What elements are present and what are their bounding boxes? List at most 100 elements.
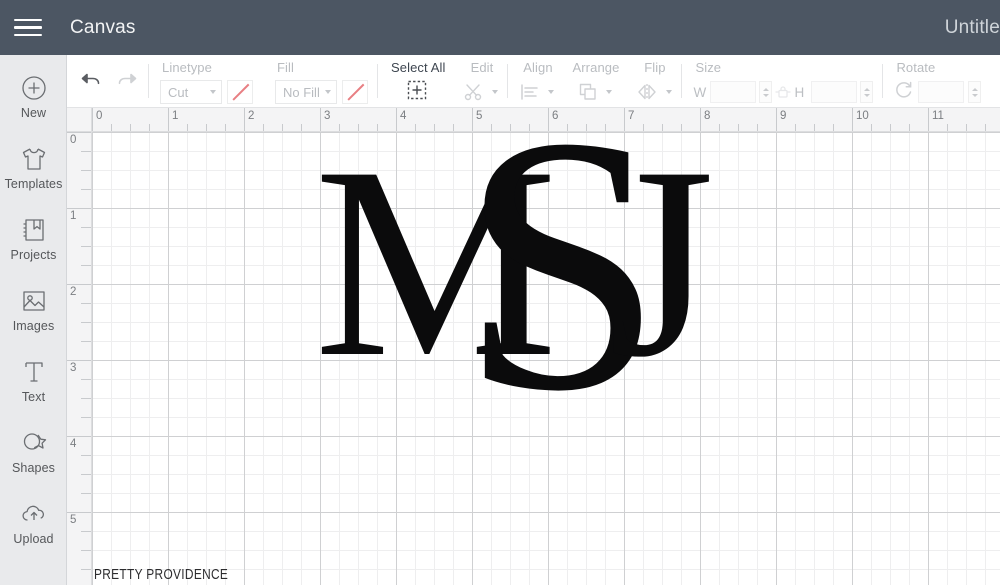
- ruler-tick-minor: [453, 124, 454, 131]
- ruler-tick-minor: [206, 124, 207, 131]
- align-lines-icon[interactable]: [519, 81, 555, 103]
- ruler-tick-major: [320, 108, 321, 131]
- sidebar-item-upload[interactable]: Upload: [0, 487, 67, 558]
- sidebar-item-text[interactable]: Text: [0, 345, 67, 416]
- ruler-tick-minor: [187, 124, 188, 131]
- ruler-tick-minor: [719, 124, 720, 131]
- scissors-icon[interactable]: [463, 81, 499, 103]
- dashed-square-plus-icon[interactable]: [405, 78, 429, 107]
- sidebar-label: Upload: [13, 532, 54, 546]
- ruler-tick-minor: [111, 124, 112, 131]
- ruler-tick-minor: [81, 474, 91, 475]
- align-label: Align: [523, 60, 553, 75]
- ruler-tick-minor: [263, 124, 264, 131]
- ruler-tick-minor: [81, 303, 91, 304]
- hamburger-line: [14, 33, 42, 37]
- ruler-tick-minor: [681, 124, 682, 131]
- sidebar-item-new[interactable]: New: [0, 61, 67, 132]
- ruler-tick-minor: [833, 124, 834, 131]
- redo-arrow-icon: [115, 69, 139, 94]
- undo-arrow-icon[interactable]: [79, 69, 103, 94]
- ruler-tick-minor: [81, 341, 91, 342]
- ruler-tick-major: [67, 132, 91, 133]
- ruler-tick-minor: [81, 246, 91, 247]
- height-input[interactable]: [811, 81, 858, 103]
- ruler-tick-minor: [643, 124, 644, 131]
- width-stepper[interactable]: [759, 81, 773, 103]
- ruler-tick-major: [472, 108, 473, 131]
- linetype-color-swatch[interactable]: [227, 80, 253, 104]
- watermark-text: PRETTY PROVIDENCE: [94, 567, 229, 583]
- chevron-down-icon: [325, 90, 331, 94]
- chevron-down-icon: [210, 90, 216, 94]
- horizontal-ruler: 0 1 2 3 4 5 6 7 8 9 10 11: [92, 108, 1000, 132]
- rotate-cw-icon[interactable]: [894, 80, 914, 105]
- ruler-tick-minor: [81, 493, 91, 494]
- toolbar-divider: [507, 64, 509, 98]
- ruler-label: 3: [70, 362, 77, 374]
- ruler-tick-minor: [871, 124, 872, 131]
- ruler-tick-minor: [605, 124, 606, 131]
- ruler-tick-major: [67, 360, 91, 361]
- ruler-tick-minor: [985, 124, 986, 131]
- ruler-tick-major: [928, 108, 929, 131]
- ruler-label: 7: [628, 110, 635, 122]
- layers-icon[interactable]: [577, 81, 613, 103]
- monogram-design[interactable]: M S J: [92, 132, 1000, 585]
- linetype-label: Linetype: [162, 60, 212, 75]
- sidebar-item-templates[interactable]: Templates: [0, 132, 67, 203]
- ruler-tick-minor: [434, 124, 435, 131]
- sidebar-item-images[interactable]: Images: [0, 274, 67, 345]
- toolbar-divider: [377, 64, 378, 98]
- ruler-tick-minor: [81, 322, 91, 323]
- sidebar-item-projects[interactable]: Projects: [0, 203, 67, 274]
- ruler-tick-minor: [81, 455, 91, 456]
- app-header: Canvas Untitle: [0, 0, 1000, 55]
- ruler-label: 0: [70, 134, 77, 146]
- ruler-tick-minor: [510, 124, 511, 131]
- ruler-tick-minor: [757, 124, 758, 131]
- linetype-select[interactable]: Cut: [160, 80, 222, 104]
- ruler-tick-minor: [795, 124, 796, 131]
- ruler-label: 9: [780, 110, 787, 122]
- width-letter: W: [693, 84, 707, 100]
- chevron-down-icon: [606, 90, 613, 94]
- chevron-down-icon: [666, 90, 673, 94]
- sidebar-label: New: [20, 106, 47, 120]
- ruler-label: 2: [248, 110, 255, 122]
- vertical-ruler: 0 1 2 3 4 5: [67, 132, 92, 585]
- flip-mirror-icon[interactable]: [635, 81, 673, 103]
- ruler-label: 11: [932, 110, 944, 122]
- rotate-input[interactable]: [918, 81, 965, 103]
- fill-color-swatch[interactable]: [342, 80, 368, 104]
- ruler-tick-minor: [81, 569, 91, 570]
- link-lock-icon[interactable]: [775, 83, 791, 101]
- project-title[interactable]: Untitle: [945, 17, 1000, 39]
- ruler-tick-minor: [81, 398, 91, 399]
- chevron-down-icon: [492, 90, 499, 94]
- ruler-tick-major: [852, 108, 853, 131]
- design-canvas[interactable]: M S J PRETTY PROVIDENCE: [92, 132, 1000, 585]
- monogram-letter-3[interactable]: J: [608, 132, 715, 400]
- rotate-stepper[interactable]: [968, 81, 982, 103]
- ruler-tick-minor: [909, 124, 910, 131]
- ruler-tick-minor: [81, 550, 91, 551]
- fill-select[interactable]: No Fill: [275, 80, 337, 104]
- select-all-label: Select All: [391, 60, 446, 75]
- ruler-tick-minor: [81, 265, 91, 266]
- ruler-tick-minor: [225, 124, 226, 131]
- ruler-tick-major: [168, 108, 169, 131]
- ruler-tick-minor: [814, 124, 815, 131]
- ruler-label: 6: [552, 110, 559, 122]
- height-stepper[interactable]: [860, 81, 874, 103]
- height-letter: H: [794, 84, 805, 100]
- hamburger-menu-icon[interactable]: [0, 0, 56, 55]
- width-input[interactable]: [710, 81, 757, 103]
- sidebar-label: Shapes: [12, 461, 55, 475]
- ruler-tick-major: [244, 108, 245, 131]
- sidebar-item-shapes[interactable]: Shapes: [0, 416, 67, 487]
- linetype-value: Cut: [168, 84, 189, 100]
- ruler-label: 10: [856, 110, 869, 122]
- tshirt-icon: [19, 144, 49, 174]
- ruler-label: 8: [704, 110, 711, 122]
